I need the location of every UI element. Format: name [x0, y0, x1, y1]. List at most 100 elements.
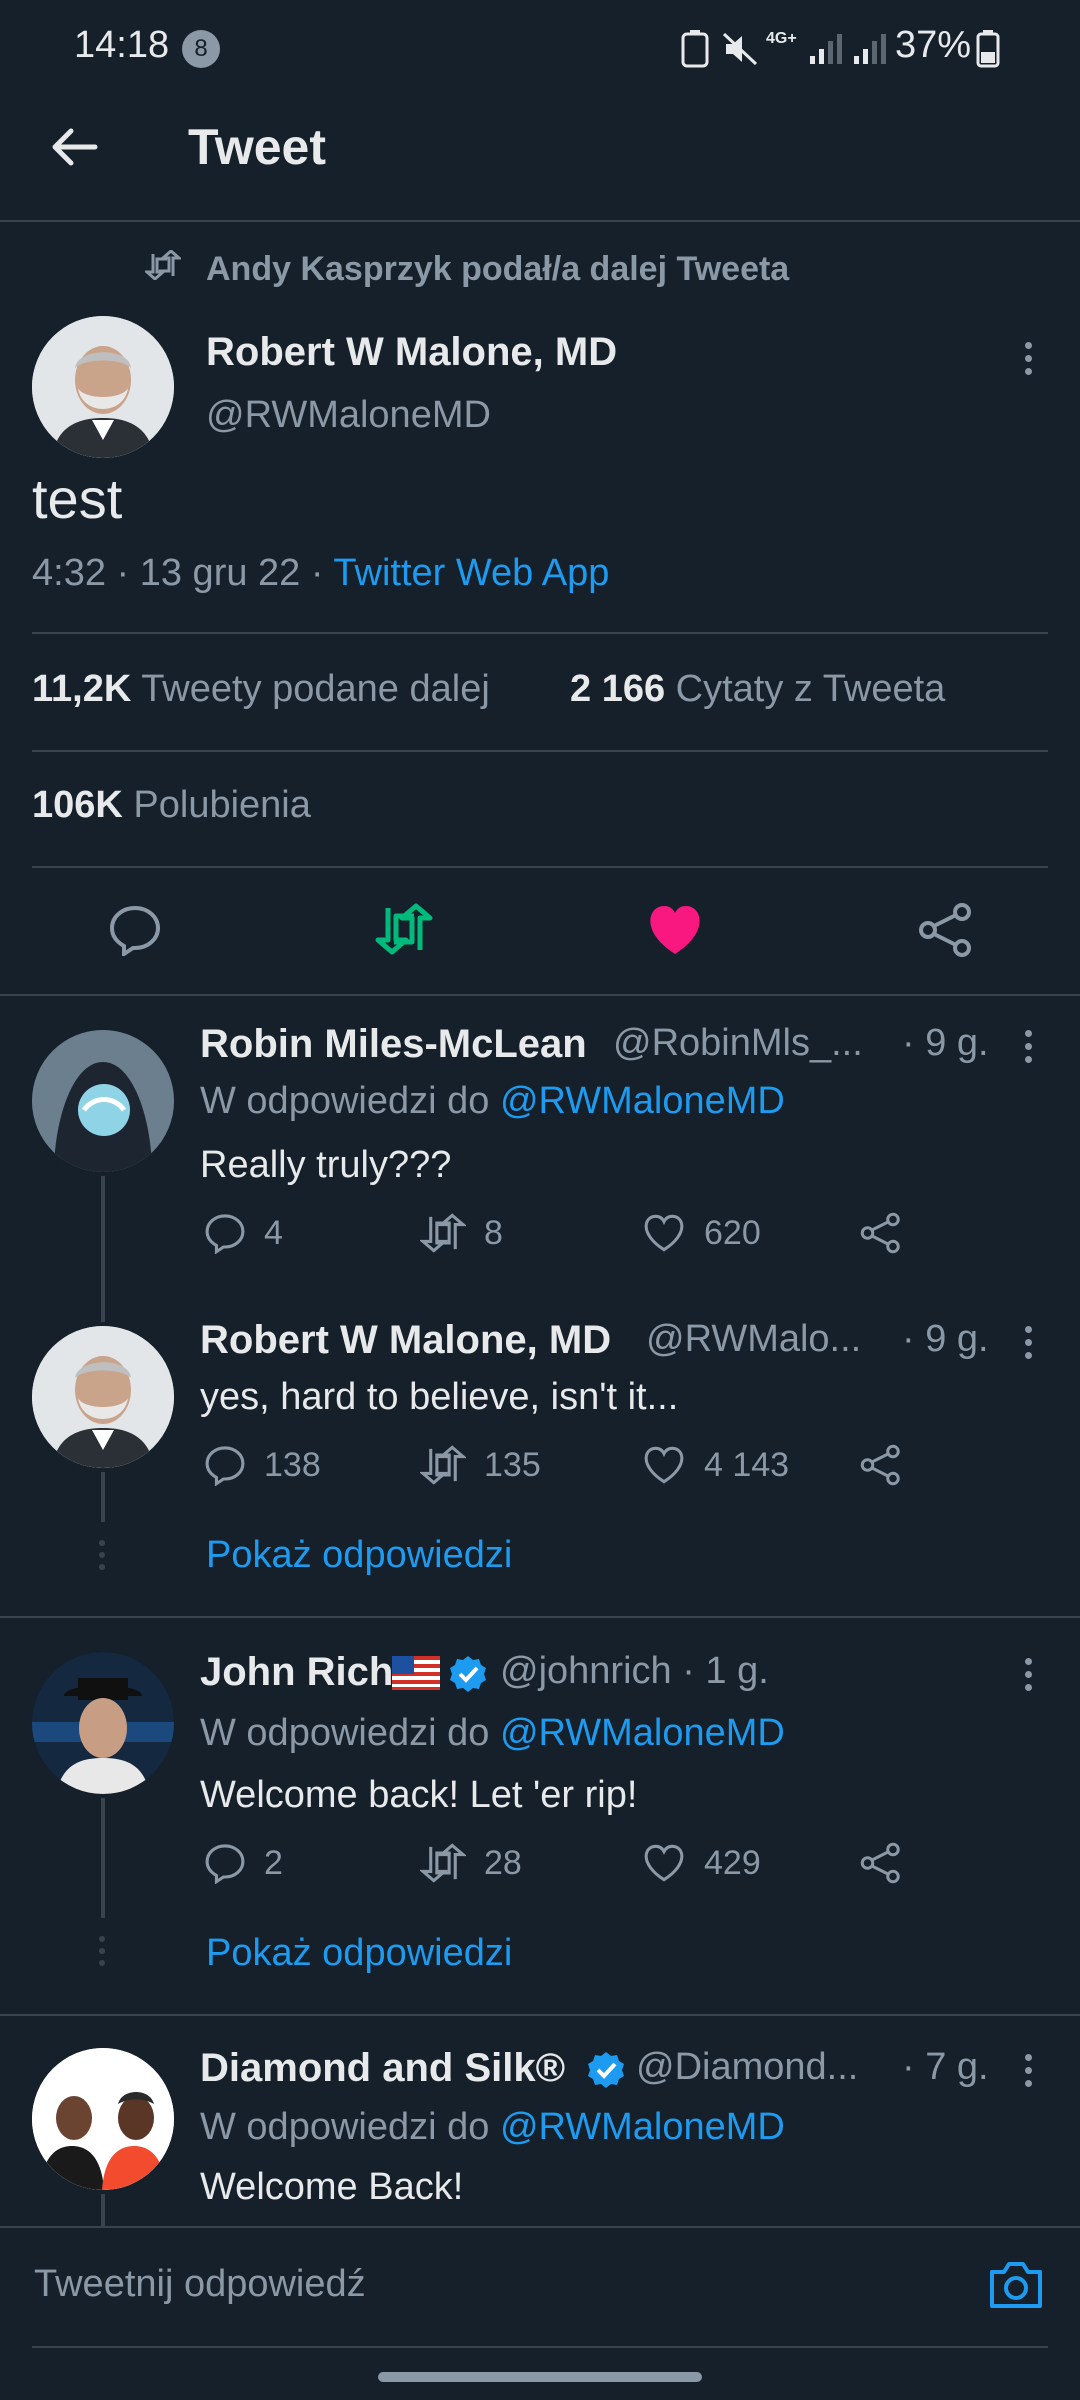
reply-to-link[interactable]: @RWMaloneMD: [500, 1080, 785, 1122]
more-options-icon[interactable]: [1018, 336, 1038, 386]
reply-retweet-button[interactable]: 135: [420, 1444, 541, 1486]
reply-actions: 4 8 620: [200, 1212, 920, 1272]
verified-badge-icon: [450, 1656, 486, 1692]
heart-outline-icon: [644, 1844, 684, 1882]
reply-author-name[interactable]: Robin Miles-McLean: [200, 1022, 587, 1067]
reply-to-line: W odpowiedzi do @RWMaloneMD: [200, 1080, 785, 1122]
reply-comment-button[interactable]: 4: [204, 1212, 283, 1254]
reply-time: · 9 g.: [902, 1318, 989, 1360]
network-4g-icon: 4G+: [766, 30, 797, 47]
status-time: 14:18: [74, 24, 170, 66]
share-icon: [860, 1212, 900, 1254]
more-options-icon[interactable]: [1018, 2048, 1038, 2098]
reply-author-name[interactable]: John Rich: [200, 1650, 393, 1695]
notification-count-badge: 8: [182, 30, 220, 68]
reply-avatar[interactable]: [32, 1030, 174, 1172]
reply-author-handle[interactable]: @johnrich · 1 g.: [500, 1650, 769, 1693]
reply-avatar[interactable]: [32, 1326, 174, 1468]
reply-input[interactable]: [32, 2252, 932, 2316]
avatar-image: [32, 1030, 174, 1172]
reply-like-button[interactable]: 4 143: [642, 1444, 789, 1486]
heart-icon[interactable]: [646, 904, 704, 956]
reply-actions: 2 28 429: [200, 1842, 920, 1902]
retweet-icon[interactable]: [374, 902, 434, 956]
reply-author-handle[interactable]: @RobinMls_...: [613, 1022, 863, 1065]
reply-to-line: W odpowiedzi do @RWMaloneMD: [200, 2106, 785, 2148]
page-title: Tweet: [188, 119, 326, 175]
heart-outline-icon: [644, 1446, 684, 1484]
reply-to-link[interactable]: @RWMaloneMD: [500, 1712, 785, 1754]
reply-share-button[interactable]: [860, 1212, 902, 1254]
arrow-left-icon: [52, 128, 98, 166]
reply-comment-button[interactable]: 138: [204, 1444, 321, 1486]
retweet-icon: [420, 1213, 466, 1253]
tweet-source-link[interactable]: Twitter Web App: [333, 552, 609, 594]
tweet-text: test: [32, 467, 123, 530]
reply-like-button[interactable]: 620: [642, 1212, 761, 1254]
divider: [32, 632, 1048, 634]
back-button[interactable]: [40, 112, 110, 182]
avatar-image: [32, 1652, 174, 1794]
reply-share-button[interactable]: [860, 1444, 902, 1486]
tweet-timestamp: 4:32 · 13 gru 22 · Twitter Web App: [32, 552, 610, 594]
thread-line: [101, 1472, 105, 1522]
battery-saver-icon: [681, 30, 709, 68]
status-bar: 14:18 8 4G+ 37%: [0, 0, 1080, 100]
reply-icon[interactable]: [108, 904, 162, 956]
signal-roaming-icon: [854, 34, 886, 64]
retweet-icon: [420, 1843, 466, 1883]
reply-to-line: W odpowiedzi do @RWMaloneMD: [200, 1712, 785, 1754]
reply-author-handle[interactable]: @RWMalo...: [646, 1318, 861, 1361]
mute-icon: [722, 32, 758, 66]
reply-time: · 7 g.: [902, 2046, 989, 2088]
reply-icon: [205, 1446, 245, 1486]
reply-text: Welcome back! Let 'er rip!: [200, 1774, 638, 1816]
reply-to-link[interactable]: @RWMaloneMD: [500, 2106, 785, 2148]
signal-icon: [810, 34, 842, 64]
reply-text: Welcome Back!: [200, 2166, 464, 2208]
show-replies-link[interactable]: Pokaż odpowiedzi: [206, 1932, 512, 1975]
reply-avatar[interactable]: [32, 2048, 174, 2190]
heart-outline-icon: [644, 1214, 684, 1252]
tweet-stats-retweets[interactable]: 11,2K Tweety podane dalej: [32, 668, 490, 711]
reply-actions: 138 135 4 143: [200, 1444, 920, 1504]
header-divider: [0, 220, 1080, 222]
author-avatar[interactable]: [32, 316, 174, 458]
reply-author-handle[interactable]: @Diamond...: [636, 2046, 858, 2089]
more-options-icon[interactable]: [1018, 1024, 1038, 1074]
avatar-image: [32, 2048, 174, 2190]
reply-avatar[interactable]: [32, 1652, 174, 1794]
reply-share-button[interactable]: [860, 1842, 902, 1884]
verified-badge-icon: [588, 2052, 624, 2088]
tweet-stats-likes[interactable]: 106K Polubienia: [32, 784, 311, 827]
reply-like-button[interactable]: 429: [642, 1842, 761, 1884]
thread-line: [101, 1176, 105, 1322]
author-name[interactable]: Robert W Malone, MD: [206, 330, 617, 375]
battery-icon: [976, 30, 1000, 68]
reply-time: · 9 g.: [902, 1022, 989, 1064]
battery-percentage: 37%: [895, 24, 972, 66]
share-icon[interactable]: [918, 902, 974, 958]
tweet-stats-quotes[interactable]: 2 166 Cytaty z Tweeta: [570, 668, 945, 711]
divider: [0, 1616, 1080, 1618]
reply-retweet-button[interactable]: 8: [420, 1212, 503, 1254]
retweet-notice[interactable]: Andy Kasprzyk podał/a dalej Tweeta: [206, 250, 789, 289]
share-icon: [860, 1842, 900, 1884]
thread-continuation-dots: [97, 1936, 107, 1966]
camera-icon[interactable]: [988, 2258, 1044, 2310]
composer-underline: [32, 2346, 1048, 2348]
author-handle[interactable]: @RWMaloneMD: [206, 394, 491, 437]
reply-comment-button[interactable]: 2: [204, 1842, 283, 1884]
reply-author-name[interactable]: Robert W Malone, MD: [200, 1318, 611, 1363]
retweet-icon: [420, 1445, 466, 1485]
reply-author-name[interactable]: Diamond and Silk®: [200, 2046, 565, 2091]
more-options-icon[interactable]: [1018, 1320, 1038, 1370]
divider: [0, 2014, 1080, 2016]
more-options-icon[interactable]: [1018, 1652, 1038, 1702]
share-icon: [860, 1444, 900, 1486]
divider: [32, 866, 1048, 868]
show-replies-link[interactable]: Pokaż odpowiedzi: [206, 1534, 512, 1577]
home-indicator[interactable]: [378, 2372, 702, 2382]
avatar-portrait: [32, 1326, 174, 1468]
reply-retweet-button[interactable]: 28: [420, 1842, 522, 1884]
